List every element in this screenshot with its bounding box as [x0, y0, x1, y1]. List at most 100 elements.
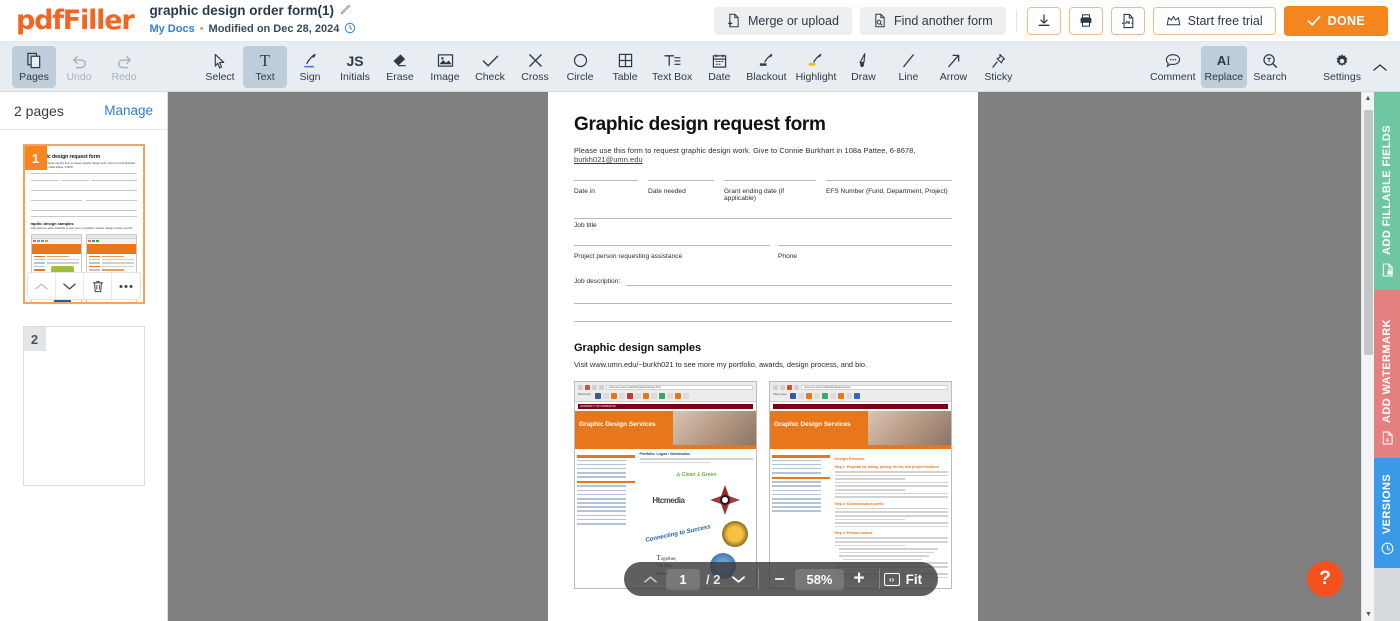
site-title-left: UNIVERSITY OF MINNESOTA — [580, 405, 616, 408]
move-page-down-button[interactable] — [56, 273, 84, 299]
line-icon — [901, 51, 916, 70]
find-another-form-button[interactable]: Find another form — [859, 6, 1006, 35]
cross-x-icon — [528, 51, 543, 70]
thumbnail-item-1[interactable]: 1 ic design request form Please use this… — [22, 144, 145, 304]
cursor-icon — [213, 51, 227, 70]
page-thumbnail[interactable]: 2 — [22, 326, 145, 486]
scroll-up-arrow[interactable]: ▲ — [1362, 92, 1374, 105]
page-more-options-button[interactable] — [112, 273, 139, 299]
tool-redo[interactable]: Redo — [102, 46, 146, 88]
tool-check[interactable]: Check — [468, 46, 512, 88]
tool-search[interactable]: Search — [1248, 46, 1292, 88]
page-thumbnail[interactable]: 1 ic design request form Please use this… — [22, 144, 145, 304]
merge-or-upload-button[interactable]: Merge or upload — [713, 6, 852, 35]
tool-pages-label: Pages — [19, 71, 49, 83]
tool-undo[interactable]: Undo — [57, 46, 101, 88]
tool-table[interactable]: Table — [603, 46, 647, 88]
comment-bubble-icon — [1165, 51, 1181, 70]
tool-highlight[interactable]: Highlight — [792, 46, 841, 88]
thumbnail-item-2[interactable]: 2 — [22, 326, 145, 486]
tool-text-box-label: Text Box — [652, 71, 693, 83]
document-viewer[interactable]: Graphic design request form Please use t… — [168, 92, 1361, 621]
tool-cross[interactable]: Cross — [513, 46, 557, 88]
tool-draw[interactable]: Draw — [841, 46, 885, 88]
tool-text[interactable]: T Text — [243, 45, 287, 88]
design-step-2: Step 2: Communication points — [834, 501, 884, 506]
fit-label: Fit — [905, 571, 923, 587]
tool-comment[interactable]: Comment — [1146, 46, 1200, 88]
samples-subtext: Visit www.umn.edu/~burkh021 to see more … — [574, 360, 952, 369]
viewer-scrollbar[interactable]: ▲ ▼ — [1361, 92, 1374, 621]
zoom-in-button[interactable]: + — [848, 568, 871, 590]
page-dropdown-button[interactable] — [726, 567, 750, 591]
tool-table-label: Table — [612, 71, 638, 83]
tool-arrow[interactable]: Arrow — [931, 46, 975, 88]
sample-screenshots: www.umn.edu/~burkh021/graphicdesign.html… — [574, 381, 952, 590]
scrollbar-thumb[interactable] — [1364, 110, 1373, 355]
tool-replace[interactable]: AI Replace — [1200, 45, 1248, 88]
pdffiller-logo[interactable]: pdfFiller — [16, 5, 135, 36]
tab-versions-label: VERSIONS — [1381, 473, 1393, 534]
header-actions: Merge or upload Find another form Start … — [713, 5, 1400, 36]
zoom-out-button[interactable]: − — [767, 567, 791, 591]
start-free-trial-button[interactable]: Start free trial — [1152, 6, 1276, 35]
tool-pages[interactable]: Pages — [12, 45, 56, 88]
fillable-fields-icon — [1381, 263, 1394, 280]
job-description-line-2[interactable] — [574, 303, 952, 304]
manage-pages-link[interactable]: Manage — [104, 103, 153, 118]
tool-replace-label: Replace — [1204, 71, 1244, 83]
tool-line-label: Line — [898, 71, 919, 83]
find-another-form-label: Find another form — [893, 13, 993, 28]
toolbar-collapse-button[interactable] — [1366, 46, 1394, 88]
tool-erase[interactable]: Erase — [378, 46, 422, 88]
field-date-in[interactable]: Date in — [574, 180, 638, 202]
field-phone[interactable]: Phone — [778, 245, 952, 260]
tool-initials[interactable]: JS Initials — [333, 46, 377, 88]
split-pages-button[interactable] — [1110, 6, 1145, 35]
help-button[interactable]: ? — [1307, 561, 1343, 597]
pages-sidebar-header: 2 pages Manage — [0, 92, 167, 130]
job-description-line-3[interactable] — [574, 321, 952, 322]
screenshot-left: www.umn.edu/~burkh021/graphicdesign.html… — [574, 381, 757, 590]
tool-select[interactable]: Select — [198, 46, 242, 88]
move-page-up-button[interactable] — [28, 273, 56, 299]
tool-settings[interactable]: Settings — [1319, 46, 1365, 88]
tool-line[interactable]: Line — [886, 46, 930, 88]
tool-sticky[interactable]: Sticky — [976, 46, 1020, 88]
print-button[interactable] — [1068, 6, 1103, 35]
tool-circle-label: Circle — [566, 71, 594, 83]
check-icon — [1307, 15, 1321, 26]
download-button[interactable] — [1026, 6, 1061, 35]
clock-icon[interactable] — [344, 22, 356, 39]
field-efs-number[interactable]: EFS Number (Fund, Department, Project) — [826, 180, 952, 202]
pdffiller-editor: pdfFiller graphic design order form(1) M… — [0, 0, 1400, 621]
current-page-input[interactable]: 1 — [666, 568, 700, 590]
tab-add-fillable-fields[interactable]: ADD FILLABLE FIELDS — [1374, 92, 1400, 290]
delete-page-button[interactable] — [84, 273, 113, 299]
tool-image[interactable]: Image — [423, 46, 467, 88]
tool-date[interactable]: Date — [697, 46, 741, 88]
fit-button[interactable]: ‹› Fit — [880, 572, 933, 587]
image-icon — [437, 51, 454, 70]
breadcrumb[interactable]: My Docs — [149, 23, 194, 37]
tool-circle[interactable]: Circle — [558, 46, 602, 88]
field-requester[interactable]: Project person requesting assistance — [574, 245, 770, 260]
star-medallion-logo — [710, 485, 741, 516]
tool-sign[interactable]: Sign — [288, 46, 332, 88]
field-job-description-input[interactable] — [626, 285, 952, 286]
field-grant-ending-date[interactable]: Grant ending date (if applicable) — [724, 180, 816, 202]
document-page[interactable]: Graphic design request form Please use t… — [548, 92, 978, 621]
tool-blackout[interactable]: Blackout — [742, 46, 790, 88]
zoom-level-display[interactable]: 58% — [795, 568, 844, 590]
form-row-dates: Date in Date needed Grant ending date (i… — [574, 180, 952, 202]
toolbar-tools-group: Select T Text Sign JS Initials Erase Ima… — [198, 45, 1020, 88]
field-job-title-label: Job title — [574, 222, 597, 229]
thumbnail-page-number: 1 — [24, 146, 47, 170]
tab-versions[interactable]: VERSIONS — [1374, 458, 1400, 568]
field-date-needed[interactable]: Date needed — [648, 180, 714, 202]
pencil-icon[interactable] — [340, 4, 351, 19]
tab-add-watermark[interactable]: A ADD WATERMARK — [1374, 290, 1400, 458]
done-button[interactable]: DONE — [1283, 5, 1388, 36]
tool-text-box[interactable]: Text Box — [648, 46, 696, 88]
page-up-button[interactable] — [638, 567, 662, 591]
